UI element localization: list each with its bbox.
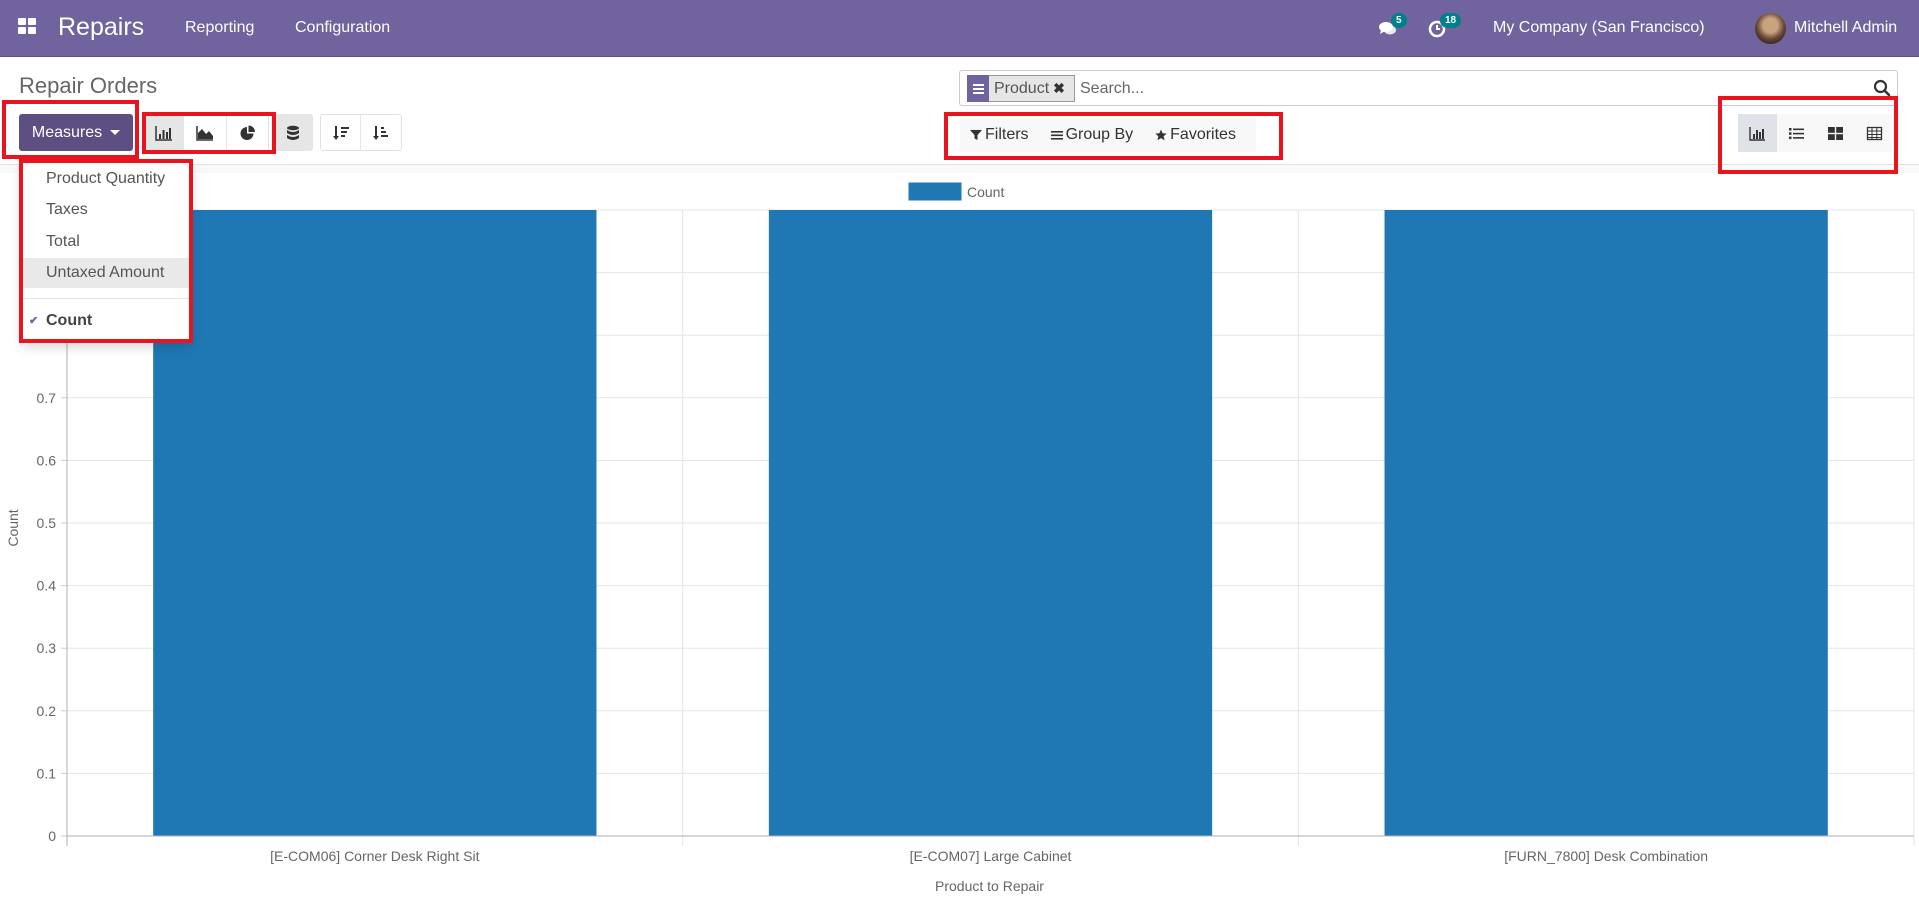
legend-label: Count	[967, 184, 1004, 200]
measures-label: Measures	[31, 123, 103, 141]
chart-bars	[153, 210, 1828, 836]
checkmark-icon: ✔	[29, 315, 39, 327]
stacked-toggle-button[interactable]	[273, 114, 313, 151]
database-icon	[287, 125, 299, 140]
kanban-icon	[1828, 126, 1843, 140]
bar-chart-icon	[1749, 126, 1765, 141]
group-by-label: Group By	[1065, 126, 1134, 143]
y-tick-label: 0.6	[37, 452, 57, 468]
user-avatar[interactable]	[1755, 13, 1786, 44]
measure-item-product-quantity[interactable]: Product Quantity	[23, 164, 189, 194]
bar-chart: 00.10.20.30.40.50.60.70.80.91[E-COM06] C…	[5, 181, 1915, 894]
table-icon	[1866, 126, 1883, 140]
y-tick-label: 0.2	[37, 703, 57, 719]
sort-ascending-button[interactable]	[361, 115, 401, 150]
x-tick-label: [E-COM07] Large Cabinet	[910, 848, 1072, 864]
activities-button[interactable]: 18	[1427, 13, 1462, 39]
facet-remove-icon[interactable]: ✖	[1053, 80, 1065, 97]
page-title: Repair Orders	[19, 73, 158, 98]
menu-configuration[interactable]: Configuration	[295, 19, 390, 37]
stacked-group	[273, 114, 313, 151]
messages-button[interactable]: 5	[1377, 13, 1407, 39]
measure-item-taxes[interactable]: Taxes	[23, 195, 189, 225]
messages-badge: 5	[1391, 13, 1407, 28]
company-switcher[interactable]: My Company (San Francisco)	[1493, 19, 1705, 37]
list-icon	[1789, 127, 1804, 139]
search-input[interactable]	[1080, 77, 1860, 101]
measure-label: Untaxed Amount	[46, 264, 165, 281]
chart-type-group	[144, 114, 269, 151]
star-icon	[1155, 129, 1167, 141]
area-chart-icon	[196, 125, 213, 141]
x-tick-label: [FURN_7800] Desk Combination	[1504, 848, 1708, 864]
pie-chart-button[interactable]	[227, 115, 268, 150]
bar-chart-icon	[155, 125, 172, 141]
sort-ascending-icon	[373, 125, 388, 140]
bar-3	[1384, 210, 1828, 836]
measure-label: Product Quantity	[46, 170, 166, 187]
search-facet-product: Product ✖	[967, 75, 1075, 102]
y-tick-label: 0.1	[37, 765, 57, 781]
bars-icon	[1050, 131, 1063, 140]
menu-reporting[interactable]: Reporting	[185, 19, 254, 37]
filter-icon	[970, 130, 982, 140]
y-tick-label: 0.5	[37, 515, 57, 531]
app-brand[interactable]: Repairs	[58, 13, 144, 42]
measures-dropdown-button[interactable]: Measures	[19, 114, 133, 151]
y-tick-label: 0.7	[37, 390, 57, 406]
group-by-button[interactable]: Group By	[1050, 126, 1134, 144]
bar-2	[768, 210, 1213, 836]
favorites-button[interactable]: Favorites	[1155, 126, 1236, 144]
search-icon[interactable]	[1873, 79, 1891, 97]
user-menu[interactable]: Mitchell Admin	[1794, 19, 1897, 37]
chart-legend: Count	[907, 181, 1004, 202]
measure-item-count[interactable]: ✔ Count	[23, 306, 189, 336]
caret-down-icon	[110, 130, 121, 135]
group-by-icon	[967, 75, 989, 102]
view-kanban-button[interactable]	[1816, 114, 1855, 152]
search-bar: Product ✖	[959, 70, 1898, 106]
sort-descending-button[interactable]	[321, 115, 361, 150]
activities-badge: 18	[1440, 13, 1462, 28]
y-axis-title: Count	[5, 509, 21, 546]
measure-label: Count	[46, 312, 93, 329]
bar-1	[153, 210, 597, 836]
pie-chart-icon	[240, 125, 255, 140]
measure-item-untaxed-amount[interactable]: Untaxed Amount	[23, 258, 189, 288]
filters-button[interactable]: Filters	[970, 126, 1029, 144]
search-options-bar: Filters Group By Favorites	[960, 118, 1256, 152]
measure-label: Taxes	[46, 201, 88, 218]
top-navbar: Repairs Reporting Configuration 5 18 My …	[0, 0, 1919, 57]
app-switcher-icon[interactable]	[18, 18, 38, 36]
x-axis-title: Product to Repair	[935, 878, 1044, 894]
x-tick-label: [E-COM06] Corner Desk Right Sit	[270, 848, 479, 864]
y-tick-label: 0.4	[37, 578, 57, 594]
view-graph-button[interactable]	[1738, 114, 1777, 152]
line-chart-button[interactable]	[184, 115, 227, 150]
sort-descending-icon	[332, 125, 349, 140]
view-pivot-button[interactable]	[1855, 114, 1894, 152]
measure-label: Total	[46, 233, 80, 250]
bar-chart-button[interactable]	[145, 115, 184, 150]
legend-swatch	[907, 181, 963, 202]
facet-value: Product	[994, 79, 1050, 97]
measures-dropdown-menu: Product Quantity Taxes Total Untaxed Amo…	[22, 160, 190, 340]
filters-label: Filters	[985, 126, 1029, 143]
favorites-label: Favorites	[1170, 126, 1236, 143]
y-tick-label: 0.3	[37, 640, 57, 656]
dropdown-divider	[23, 298, 189, 299]
view-list-button[interactable]	[1777, 114, 1816, 152]
sort-group	[320, 114, 402, 151]
view-switcher	[1738, 114, 1894, 152]
measure-item-total[interactable]: Total	[23, 227, 189, 257]
y-tick-label: 0	[48, 828, 56, 844]
